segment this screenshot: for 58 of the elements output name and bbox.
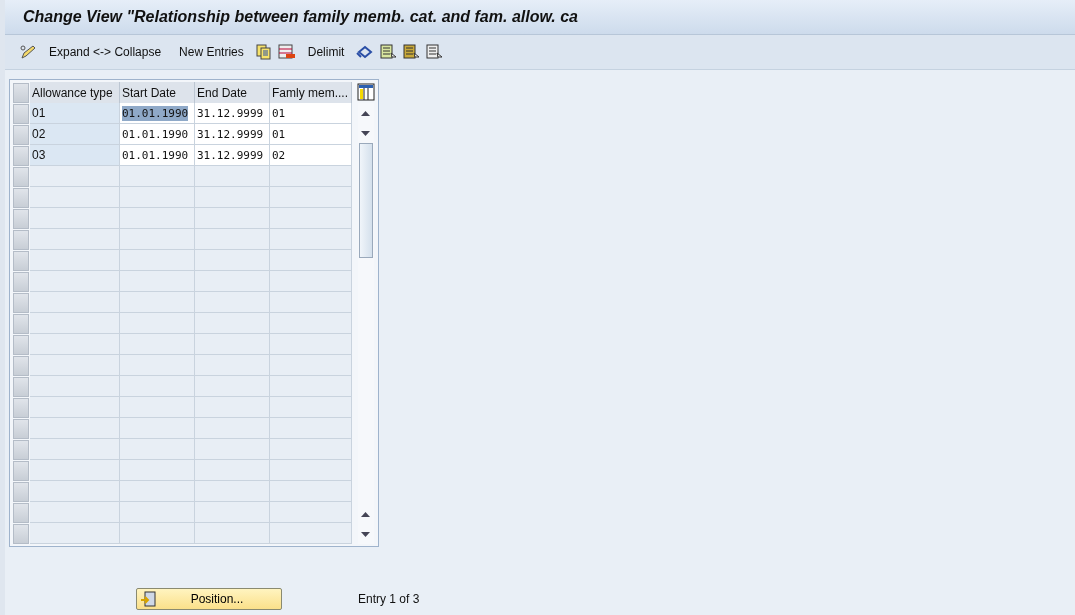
table-cell[interactable]: 01 — [270, 103, 352, 124]
column-header[interactable]: Start Date — [120, 82, 195, 103]
row-selector[interactable] — [13, 209, 29, 229]
table-cell[interactable]: 31.12.9999 — [195, 124, 270, 145]
toolbar-button[interactable]: Delimit — [299, 45, 353, 59]
pencil-icon[interactable] — [19, 44, 37, 60]
row-selector[interactable] — [13, 251, 29, 271]
row-selector[interactable] — [13, 524, 29, 544]
column-header[interactable]: End Date — [195, 82, 270, 103]
row-selector[interactable] — [13, 314, 29, 334]
position-button[interactable]: Position... — [136, 588, 282, 610]
row-selector[interactable] — [13, 503, 29, 523]
table-cell[interactable]: 02 — [270, 145, 352, 166]
row-selector[interactable] — [13, 125, 29, 145]
row-selector[interactable] — [13, 293, 29, 313]
row-selector[interactable] — [13, 461, 29, 481]
column-settings-icon[interactable] — [356, 83, 375, 101]
row-selector[interactable] — [13, 419, 29, 439]
row-selector[interactable] — [13, 272, 29, 292]
table-cell[interactable]: 02 — [30, 124, 120, 145]
toolbar-button[interactable]: New Entries — [171, 45, 252, 59]
select-all-corner[interactable] — [13, 83, 29, 103]
row-selector[interactable] — [13, 356, 29, 376]
scroll-down-icon[interactable] — [361, 130, 370, 136]
row-selector[interactable] — [13, 377, 29, 397]
table-cell[interactable]: 01.01.1990 — [120, 145, 195, 166]
table-cell[interactable]: 03 — [30, 145, 120, 166]
row-selector[interactable] — [13, 398, 29, 418]
scroll-thumb[interactable] — [358, 143, 373, 258]
row-selector[interactable] — [13, 104, 29, 124]
entry-count: Entry 1 of 3 — [358, 592, 420, 606]
scroll-down-icon[interactable] — [361, 531, 370, 537]
select-block-icon[interactable] — [403, 44, 421, 60]
row-selector[interactable] — [13, 440, 29, 460]
scroll-up-icon[interactable] — [361, 110, 370, 116]
row-selector[interactable] — [13, 167, 29, 187]
deselect-all-icon[interactable] — [426, 44, 444, 60]
delete-row-icon[interactable] — [277, 44, 296, 60]
row-selector[interactable] — [13, 230, 29, 250]
row-selector[interactable] — [13, 188, 29, 208]
table-cell[interactable]: 01.01.1990 — [120, 103, 195, 124]
column-header[interactable]: Allowance type — [30, 82, 120, 103]
undo-arrow-icon[interactable] — [356, 44, 375, 60]
table-cell[interactable]: 01 — [270, 124, 352, 145]
table-cell[interactable]: 31.12.9999 — [195, 103, 270, 124]
row-selector[interactable] — [13, 482, 29, 502]
toolbar-button[interactable]: Expand <-> Collapse — [41, 45, 170, 59]
window-title: Change View "Relationship between family memb. cat. and fam. allow. ca — [23, 8, 578, 26]
table-cell[interactable]: 01 — [30, 103, 120, 124]
row-selector[interactable] — [13, 146, 29, 166]
select-all-icon[interactable] — [380, 44, 398, 60]
table-cell[interactable]: 01.01.1990 — [120, 124, 195, 145]
copy-icon[interactable] — [255, 44, 272, 60]
position-icon — [140, 591, 156, 607]
row-selector[interactable] — [13, 335, 29, 355]
table-cell[interactable]: 31.12.9999 — [195, 145, 270, 166]
column-header[interactable]: Famly mem.... — [270, 82, 352, 103]
scroll-up-icon[interactable] — [361, 511, 370, 517]
